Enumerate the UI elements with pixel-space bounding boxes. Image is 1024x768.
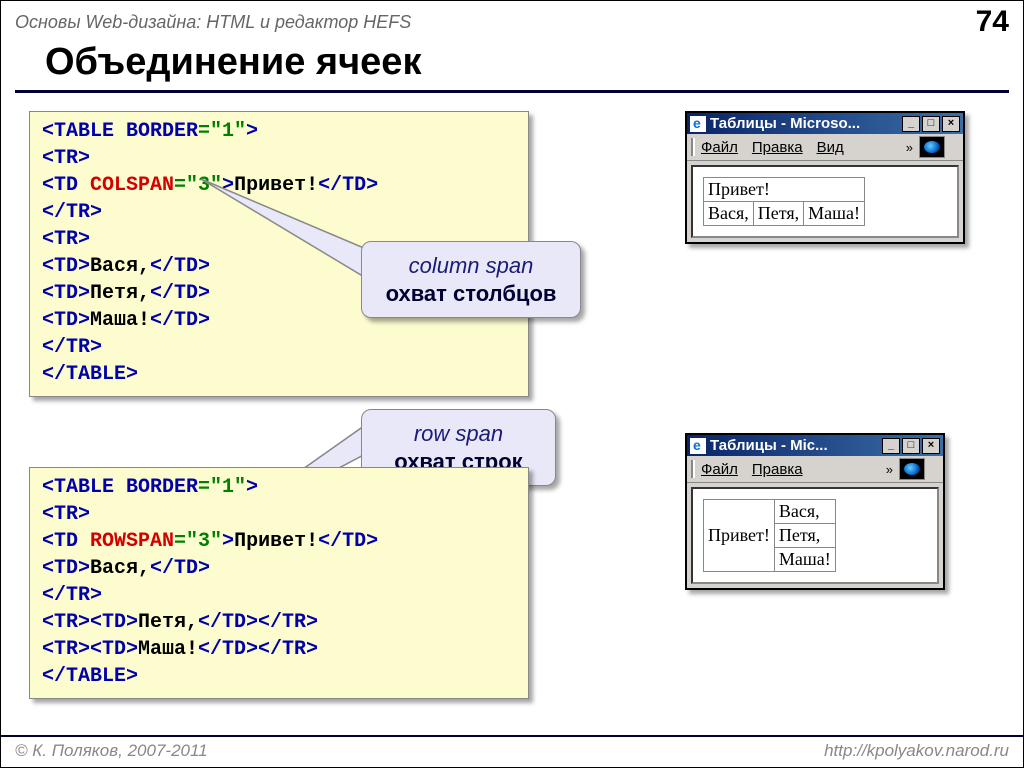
table-cell: Петя, [753, 202, 803, 226]
slide-title: Объединение ячеек [45, 41, 1023, 84]
callout-line: column span [380, 252, 562, 280]
menu-edit[interactable]: Правка [752, 461, 803, 478]
titlebar: Таблицы - Microso... _ □ × [687, 113, 963, 134]
maximize-button[interactable]: □ [902, 438, 920, 454]
minimize-button[interactable]: _ [882, 438, 900, 454]
browser-preview-rowspan: Таблицы - Mic... _ □ × Файл Правка » При… [685, 433, 945, 590]
chevron-right-icon[interactable]: » [906, 140, 913, 155]
client-area: Привет! Вася, Петя, Маша! [691, 487, 939, 584]
window-title: Таблицы - Microso... [710, 115, 860, 132]
page-number: 74 [976, 5, 1009, 39]
copyright: © К. Поляков, 2007-2011 [15, 741, 208, 761]
minimize-button[interactable]: _ [902, 116, 920, 132]
title-rule [15, 90, 1009, 93]
close-button[interactable]: × [942, 116, 960, 132]
slide-footer: © К. Поляков, 2007-2011 http://kpolyakov… [1, 735, 1023, 767]
toolbar-grip-icon [691, 138, 695, 156]
callout-colspan: column span охват столбцов [361, 241, 581, 318]
menu-file[interactable]: Файл [701, 139, 738, 156]
table-cell: Маша! [774, 548, 835, 572]
menubar: Файл Правка Вид » [687, 134, 963, 161]
table-cell: Вася, [704, 202, 754, 226]
close-button[interactable]: × [922, 438, 940, 454]
ie-icon [690, 116, 706, 132]
chevron-right-icon[interactable]: » [886, 462, 893, 477]
menu-file[interactable]: Файл [701, 461, 738, 478]
toolbar-grip-icon [691, 460, 695, 478]
table-cell: Вася, [774, 500, 835, 524]
client-area: Привет! Вася, Петя, Маша! [691, 165, 959, 238]
table-cell: Маша! [804, 202, 865, 226]
footer-url: http://kpolyakov.narod.ru [824, 741, 1009, 761]
callout-line: row span [380, 420, 537, 448]
callout-line: охват столбцов [380, 280, 562, 308]
rendered-table: Привет! Вася, Петя, Маша! [703, 499, 836, 572]
table-cell: Петя, [774, 524, 835, 548]
throbber-icon [899, 458, 925, 480]
throbber-icon [919, 136, 945, 158]
browser-preview-colspan: Таблицы - Microso... _ □ × Файл Правка В… [685, 111, 965, 244]
table-cell: Привет! [704, 178, 865, 202]
slide-header: Основы Web-дизайна: HTML и редактор HEFS… [1, 1, 1023, 41]
table-cell: Привет! [704, 500, 775, 572]
content-area: <TABLE BORDER="1"> <TR> <TD COLSPAN="3">… [1, 111, 1023, 699]
menubar: Файл Правка » [687, 456, 943, 483]
rendered-table: Привет! Вася, Петя, Маша! [703, 177, 865, 226]
titlebar: Таблицы - Mic... _ □ × [687, 435, 943, 456]
window-title: Таблицы - Mic... [710, 437, 828, 454]
menu-view[interactable]: Вид [817, 139, 844, 156]
course-title: Основы Web-дизайна: HTML и редактор HEFS [15, 12, 411, 33]
maximize-button[interactable]: □ [922, 116, 940, 132]
ie-icon [690, 438, 706, 454]
menu-edit[interactable]: Правка [752, 139, 803, 156]
code-block-rowspan: <TABLE BORDER="1"> <TR> <TD ROWSPAN="3">… [29, 467, 529, 699]
